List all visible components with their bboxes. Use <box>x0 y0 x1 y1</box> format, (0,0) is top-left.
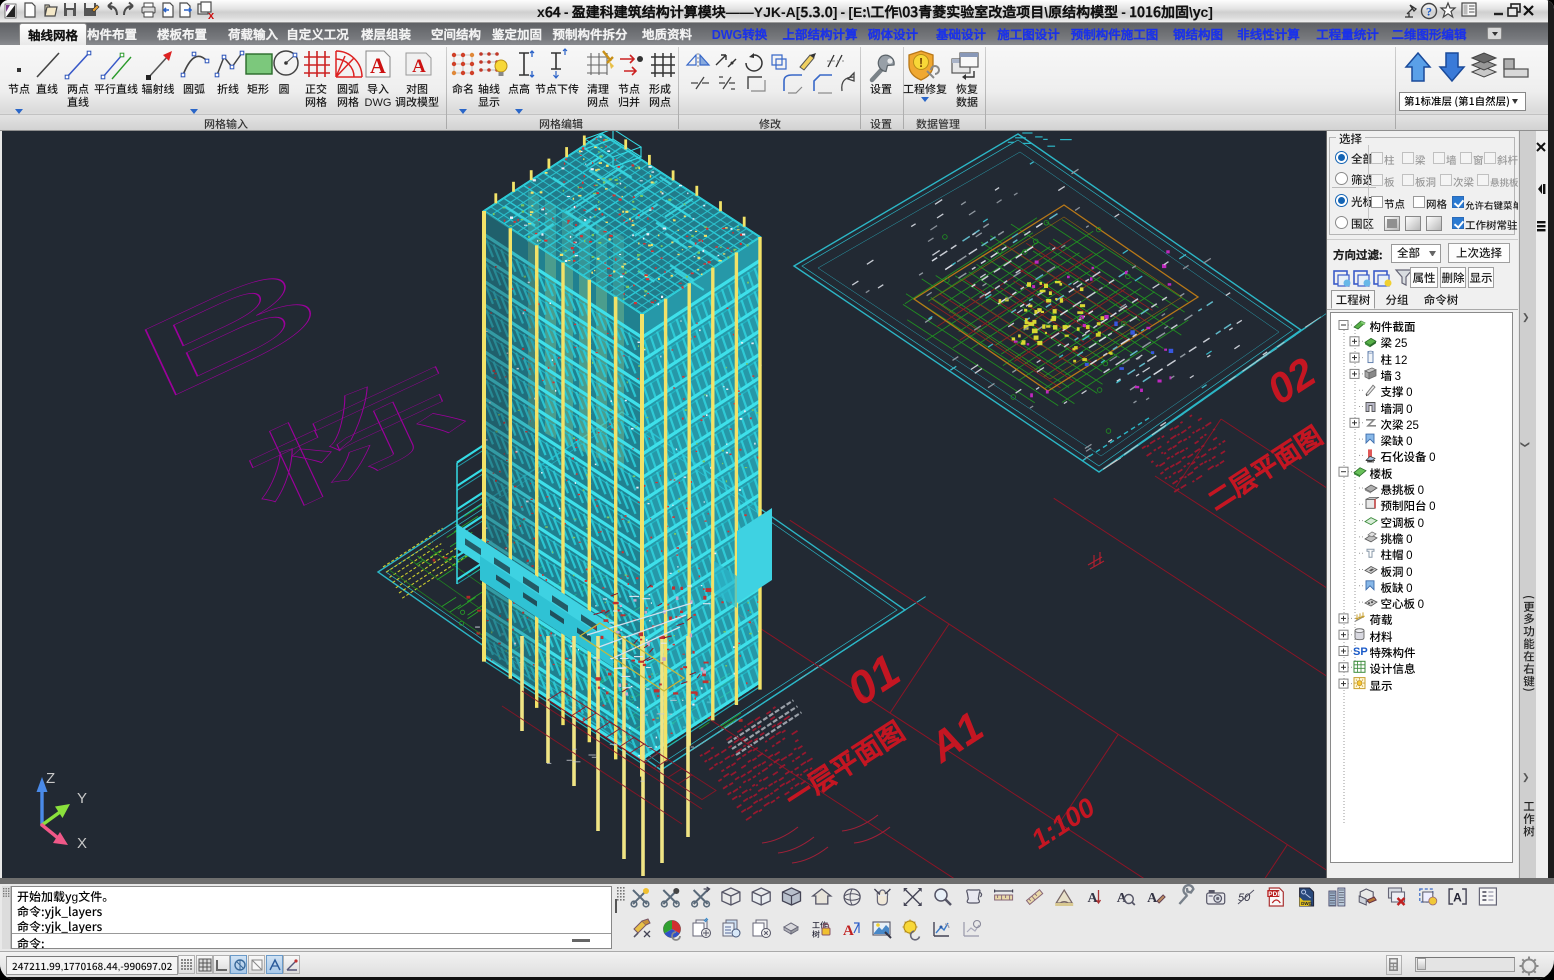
svg-text:01: 01 <box>838 644 909 715</box>
svg-text:02: 02 <box>1259 348 1324 413</box>
svg-text:1:100: 1:100 <box>1026 792 1100 855</box>
svg-text:X: X <box>77 835 87 852</box>
svg-text:!: ! <box>919 55 923 70</box>
svg-text:二层平面图: 二层平面图 <box>1200 416 1326 518</box>
svg-text:A: A <box>412 56 426 77</box>
svg-text:A1: A1 <box>920 703 991 772</box>
svg-text:A: A <box>1088 891 1099 906</box>
svg-text:A: A <box>1117 891 1128 906</box>
svg-text:A: A <box>1147 891 1158 906</box>
svg-text:Y: Y <box>77 790 87 807</box>
svg-text:PDF: PDF <box>1268 891 1281 898</box>
svg-text:SP: SP <box>1353 646 1368 658</box>
svg-text:树: 树 <box>812 929 820 940</box>
svg-text:A: A <box>370 53 386 78</box>
svg-text:DWG: DWG <box>1301 901 1312 906</box>
svg-text:A: A <box>1453 891 1462 905</box>
svg-text:A: A <box>843 923 854 939</box>
svg-text:一层平面图: 一层平面图 <box>777 710 911 816</box>
svg-text:Z: Z <box>46 770 55 787</box>
